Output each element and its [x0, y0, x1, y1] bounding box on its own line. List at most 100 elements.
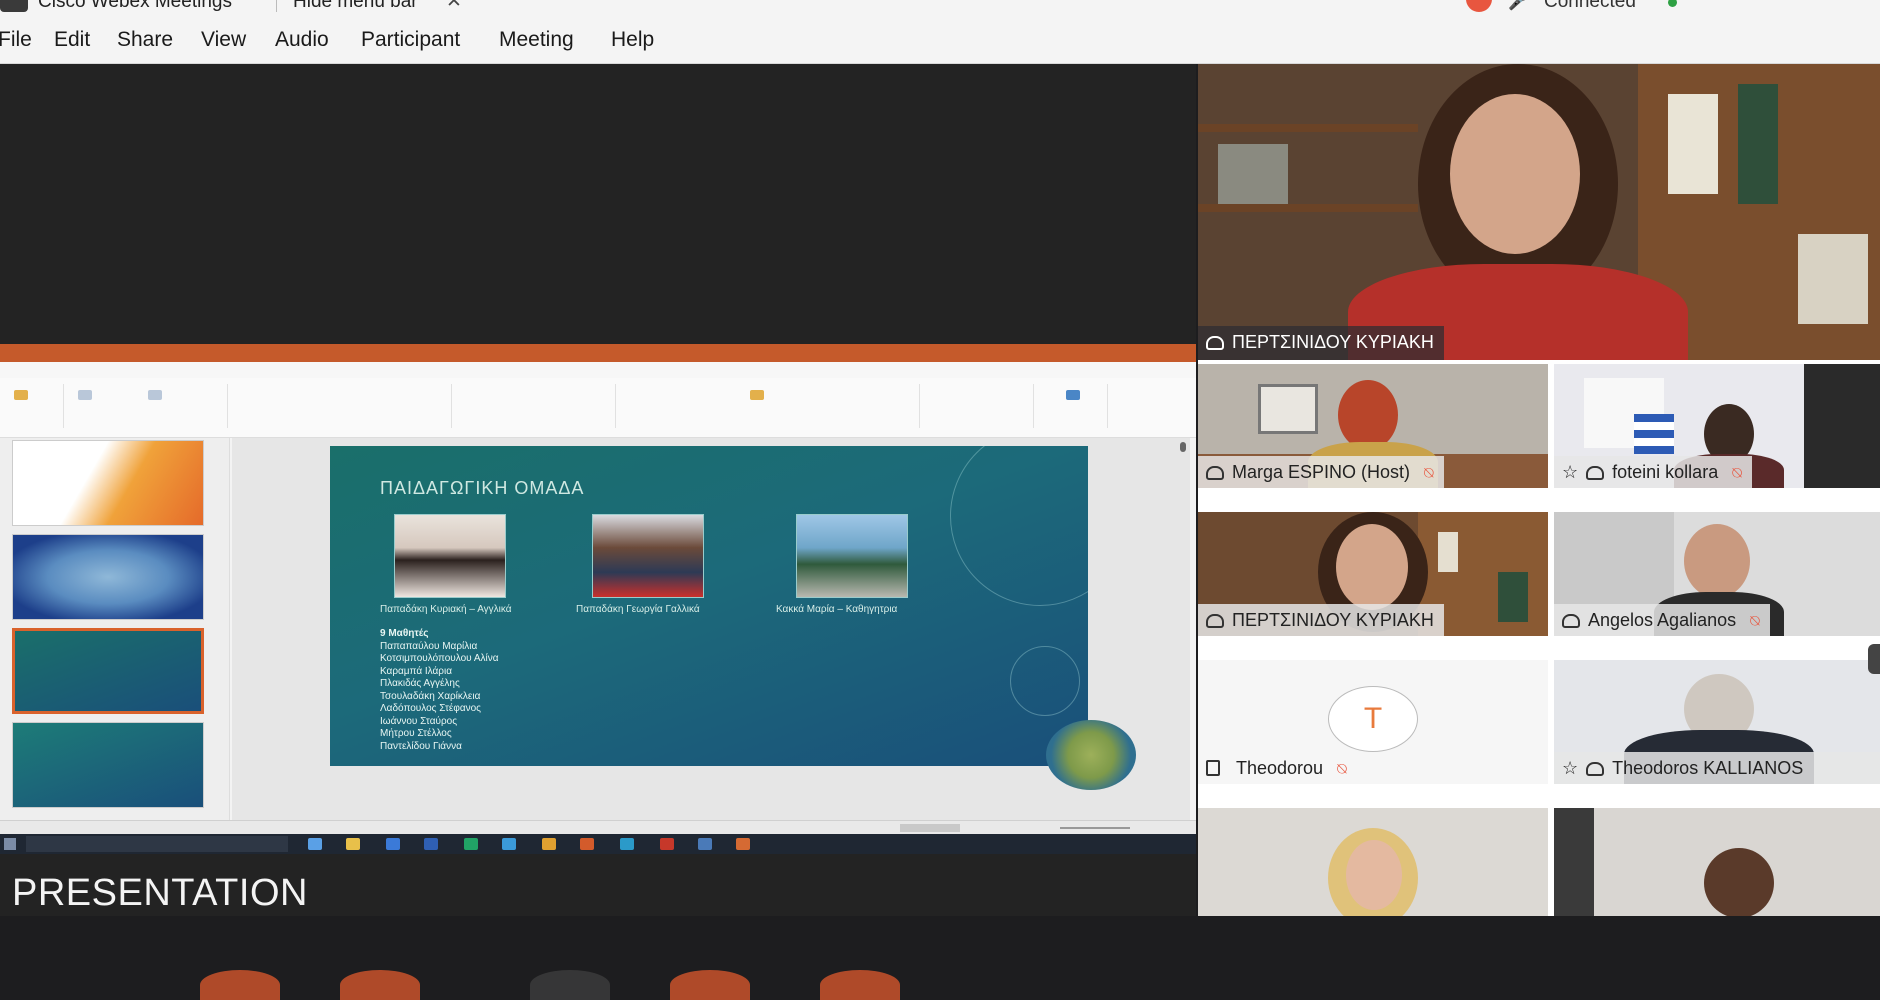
participant-video[interactable]: Angelos Agalianos ⍉: [1554, 512, 1880, 636]
slide-thumbnails-pane[interactable]: [0, 438, 230, 820]
new-slide-icon: [78, 390, 92, 400]
participant-video[interactable]: [1198, 808, 1548, 916]
participant-name-label: ☆ foteini kollara ⍉: [1554, 456, 1752, 488]
menu-edit[interactable]: Edit: [54, 28, 90, 52]
book: [1738, 84, 1778, 204]
ppt-ribbon-tabs: [0, 362, 1196, 378]
menu-audio[interactable]: Audio: [275, 28, 329, 52]
photos-icon[interactable]: [698, 838, 712, 850]
slide-thumbnail[interactable]: [12, 722, 204, 808]
menu-share[interactable]: Share: [117, 28, 173, 52]
bookshelf: [1198, 124, 1418, 132]
menu-view[interactable]: View: [201, 28, 246, 52]
menu-meeting[interactable]: Meeting: [499, 28, 574, 52]
ribbon-group-editing: [924, 384, 1034, 428]
mic-muted-icon: ⍉: [1732, 465, 1742, 482]
ribbon-group-slides: [68, 384, 228, 428]
participant-video-off[interactable]: T Theodorou ⍉: [1198, 660, 1548, 784]
powerpoint-icon[interactable]: [580, 838, 594, 850]
participant-name-label: ΠΕΡΤΣΙΝΙΔΟΥ ΚΥΡΙΑΚΗ: [1198, 604, 1444, 636]
headset-icon: [1562, 614, 1580, 628]
connection-status: Connected: [1544, 0, 1636, 12]
presentation-label: PRESENTATION: [12, 872, 308, 914]
decorative-circle: [1010, 646, 1080, 716]
teacher-photo: [394, 514, 506, 598]
close-menu-bar-icon[interactable]: ✕: [446, 0, 462, 13]
participant-name-label: ΠΕΡΤΣΙΝΙΔΟΥ ΚΥΡΙΑΚΗ: [1198, 326, 1444, 360]
participant-video[interactable]: ☆ Theodoros KALLIANOS: [1554, 660, 1880, 784]
file-explorer-icon[interactable]: [346, 838, 360, 850]
ppt-ribbon: [0, 378, 1196, 438]
headset-icon: [1586, 762, 1605, 776]
student-name: Παπαπαύλου Μαρίλια: [380, 640, 478, 652]
paste-icon: [14, 390, 28, 400]
participant-video-grid: ΠΕΡΤΣΙΝΙΔΟΥ ΚΥΡΙΑΚΗ Marga ESPINO (Host) ⍉…: [1198, 64, 1880, 916]
acrobat-icon[interactable]: [660, 838, 674, 850]
view-buttons[interactable]: [900, 824, 960, 832]
active-speaker-video[interactable]: ΠΕΡΤΣΙΝΙΔΟΥ ΚΥΡΙΑΚΗ: [1198, 64, 1880, 360]
participant-name-label: Theodorou ⍉: [1198, 752, 1357, 784]
excel-icon[interactable]: [464, 838, 478, 850]
browser-icon[interactable]: [502, 838, 516, 850]
window-titlebar: Cisco Webex Meetings Hide menu bar ✕ 🎤 C…: [0, 0, 1880, 16]
task-view-icon[interactable]: [308, 838, 322, 850]
hide-menu-bar-button[interactable]: Hide menu bar: [293, 0, 418, 13]
headset-icon: [1206, 336, 1224, 350]
menu-participant[interactable]: Participant: [361, 28, 460, 52]
slide-editor-canvas[interactable]: ΠΑΙΔΑΓΩΓΙΚΗ ΟΜΑΔΑ Παπαδάκη Κυριακή – Αγγ…: [232, 438, 1190, 820]
mic-muted-icon: ⍉: [1424, 465, 1434, 482]
menu-help[interactable]: Help: [611, 28, 654, 52]
mic-muted-icon: ⍉: [1750, 613, 1760, 630]
teacher-caption: Κακκά Μαρία – Καθηγητρια: [776, 604, 898, 615]
star-icon: ☆: [1562, 462, 1579, 482]
pointer-highlight-icon: [1046, 720, 1136, 790]
ribbon-group-drawing: [620, 384, 920, 428]
current-slide: ΠΑΙΔΑΓΩΓΙΚΗ ΟΜΑΔΑ Παπαδάκη Κυριακή – Αγγ…: [330, 446, 1088, 766]
layout-icon: [148, 390, 162, 400]
phone-icon: [1206, 760, 1220, 776]
edge-icon[interactable]: [386, 838, 400, 850]
word-icon[interactable]: [424, 838, 438, 850]
mic-muted-icon[interactable]: 🎤: [1508, 0, 1528, 12]
webex-app-icon[interactable]: [0, 0, 28, 12]
menu-file[interactable]: File: [0, 28, 32, 52]
teacher-caption: Παπαδάκη Κυριακή – Αγγλικά: [380, 604, 512, 615]
shared-content-area: ΠΑΙΔΑΓΩΓΙΚΗ ΟΜΑΔΑ Παπαδάκη Κυριακή – Αγγ…: [0, 64, 1196, 1000]
slide-thumbnail-selected[interactable]: [12, 628, 204, 714]
grid-scroll-arrow-icon[interactable]: [1868, 644, 1880, 674]
zoom-slider[interactable]: [1060, 827, 1130, 829]
picture-frame: [1258, 384, 1318, 434]
headset-icon: [1206, 614, 1224, 628]
face: [1684, 524, 1750, 598]
students-heading: 9 Μαθητές: [380, 628, 429, 639]
picture-frame: [1218, 144, 1288, 204]
student-name: Καραμπά Ιλάρια: [380, 665, 452, 677]
chrome-icon[interactable]: [542, 838, 556, 850]
participant-video[interactable]: ΠΕΡΤΣΙΝΙΔΟΥ ΚΥΡΙΑΚΗ: [1198, 512, 1548, 636]
webex-taskbar-icon[interactable]: [620, 838, 634, 850]
slide-thumbnail[interactable]: [12, 534, 204, 620]
slide-thumbnail[interactable]: [12, 440, 204, 526]
shared-powerpoint-window: ΠΑΙΔΑΓΩΓΙΚΗ ΟΜΑΔΑ Παπαδάκη Κυριακή – Αγγ…: [0, 344, 1196, 854]
ribbon-group-clipboard: [4, 384, 64, 428]
participant-video[interactable]: ☆ foteini kollara ⍉: [1554, 364, 1880, 488]
decorative-circle: [950, 446, 1088, 606]
ppt-active-icon[interactable]: [736, 838, 750, 850]
teacher-photo: [796, 514, 908, 598]
hair: [1704, 848, 1774, 916]
avatar: T: [1328, 686, 1418, 752]
participant-video[interactable]: [1554, 808, 1880, 916]
book: [1498, 572, 1528, 622]
taskbar-search-box[interactable]: [26, 836, 288, 852]
participant-name-label: Marga ESPINO (Host) ⍉: [1198, 456, 1444, 488]
vertical-scrollbar[interactable]: [1180, 442, 1186, 452]
recording-indicator-icon[interactable]: [1466, 0, 1492, 12]
windows-start-icon[interactable]: [4, 838, 16, 850]
windows-taskbar: [0, 834, 1196, 854]
cabinet: [1804, 364, 1880, 488]
participant-video[interactable]: Marga ESPINO (Host) ⍉: [1198, 364, 1548, 488]
student-name: Παντελίδου Γιάννα: [380, 740, 462, 752]
ppt-status-bar: [0, 820, 1196, 834]
headset-icon: [1206, 466, 1224, 480]
face: [1336, 524, 1408, 610]
